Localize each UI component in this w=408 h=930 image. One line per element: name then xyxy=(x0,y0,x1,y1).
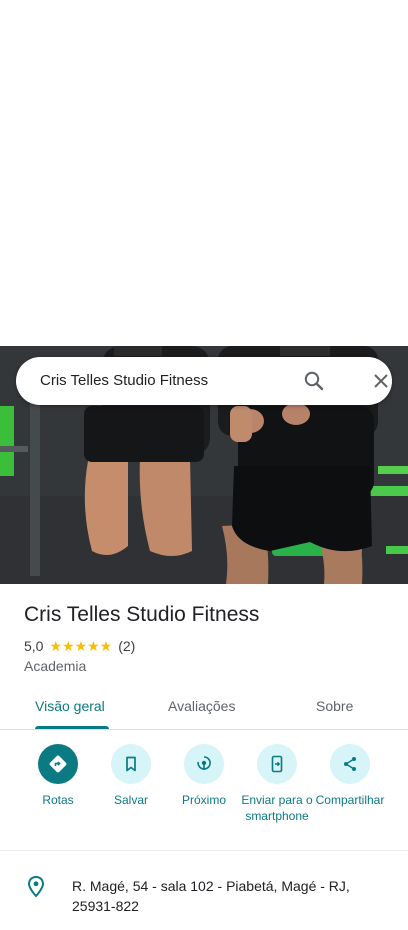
directions-label: Rotas xyxy=(42,793,74,807)
rating-row[interactable]: 5,0 ★★★★★ (2) xyxy=(24,637,135,655)
nearby-label: Próximo xyxy=(181,793,226,807)
location-pin-icon xyxy=(25,875,47,899)
share-label: Compartilhar xyxy=(315,793,385,807)
nearby-icon xyxy=(184,744,224,784)
tab-about[interactable]: Sobre xyxy=(316,698,353,714)
send-to-phone-label: Enviar para o smartphone xyxy=(241,793,313,823)
close-icon[interactable] xyxy=(369,369,393,393)
active-tab-indicator xyxy=(35,726,109,729)
send-to-phone-icon xyxy=(257,744,297,784)
tab-overview[interactable]: Visão geral xyxy=(35,698,105,714)
share-icon xyxy=(330,744,370,784)
directions-icon xyxy=(38,744,78,784)
place-title: Cris Telles Studio Fitness xyxy=(24,603,260,626)
divider xyxy=(0,850,408,851)
action-buttons: Rotas Salvar Próximo Enviar para o smart… xyxy=(0,744,408,850)
search-icon[interactable] xyxy=(302,369,326,393)
bookmark-icon xyxy=(111,744,151,784)
address-row[interactable]: R. Magé, 54 - sala 102 - Piabetá, Magé -… xyxy=(0,866,408,926)
tab-reviews[interactable]: Avaliações xyxy=(168,698,235,714)
address-text: R. Magé, 54 - sala 102 - Piabetá, Magé -… xyxy=(72,878,350,914)
star-rating-icon: ★★★★★ xyxy=(49,637,113,654)
search-input[interactable]: Cris Telles Studio Fitness xyxy=(40,372,208,389)
rating-value: 5,0 xyxy=(24,638,44,654)
review-count[interactable]: (2) xyxy=(118,638,135,654)
search-bar[interactable]: Cris Telles Studio Fitness xyxy=(16,357,392,405)
tab-bar: Visão geral Avaliações Sobre xyxy=(0,688,408,730)
place-category[interactable]: Academia xyxy=(24,658,86,674)
save-label: Salvar xyxy=(113,793,148,807)
map-area-blank xyxy=(0,0,408,346)
